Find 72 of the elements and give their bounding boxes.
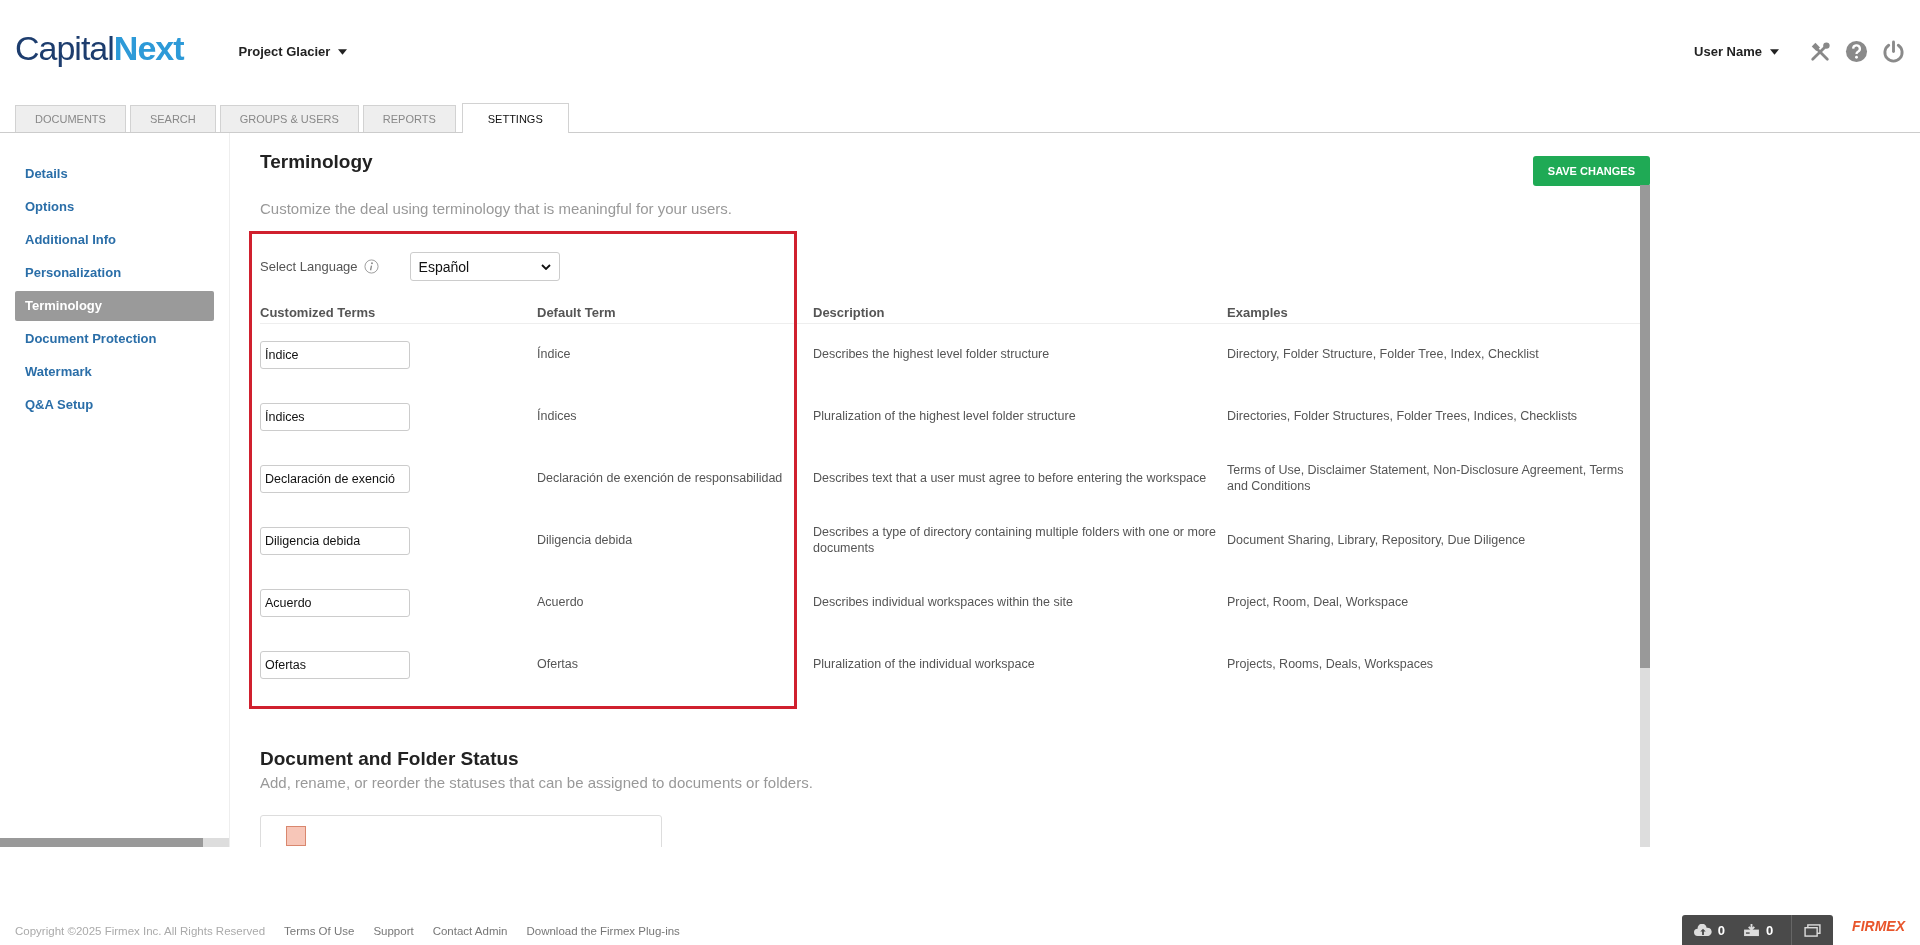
tab[interactable]: DOCUMENTS [15, 105, 126, 132]
sidebar-item[interactable]: Additional Info [15, 225, 214, 255]
download-count: 0 [1765, 922, 1774, 938]
column-header: Customized Terms [260, 305, 537, 324]
footer-link[interactable]: Contact Admin [432, 925, 508, 937]
table-cell: Project, Room, Deal, Workspace [1227, 595, 1409, 611]
footer-link[interactable]: Terms Of Use [284, 925, 355, 937]
table-cell: Pluralization of the highest level folder structure [813, 409, 1076, 425]
tab[interactable]: SETTINGS [461, 103, 569, 133]
table-cell: Ofertas [537, 657, 578, 673]
save-button[interactable]: SAVE CHANGES [1532, 156, 1650, 186]
brand-logo: FIRMEX [1852, 918, 1905, 934]
table-cell-text: Describes a type of directory containing multiple folders with one or more documents [813, 525, 1217, 557]
footer-link[interactable]: Support [373, 925, 414, 937]
caret-icon [1770, 48, 1779, 55]
table-cell-text: Terms of Use, Disclaimer Statement, Non-Disclosure Agreement, Terms and Conditions [1227, 463, 1625, 495]
sidebar-item[interactable]: Q&A Setup [15, 390, 214, 420]
sidebar-item[interactable]: Terminology [15, 291, 214, 321]
table-cell: Diligencia debida [537, 533, 633, 549]
term-input[interactable]: Acuerdo [260, 589, 410, 617]
table-cell: Directories, Folder Structures, Folder Trees, Indices, Checklists [1227, 409, 1578, 425]
upload-count: 0 [1717, 922, 1725, 938]
term-input[interactable]: Índice [260, 341, 410, 369]
table-cell: Document Sharing, Library, Repository, Due Diligence [1227, 533, 1526, 549]
tab[interactable]: REPORTS [362, 105, 456, 132]
section-title: Terminology [260, 151, 373, 173]
caret-icon [338, 48, 348, 55]
tools-icon[interactable] [1809, 40, 1831, 63]
logo: CapitalNext [15, 29, 184, 68]
info-icon[interactable] [363, 259, 379, 274]
vertical-scrollbar[interactable] [1640, 185, 1650, 847]
chevron-down-icon [540, 263, 551, 270]
section-description: Customize the deal using terminology that is meaningful for your users. [260, 200, 733, 217]
cloud-upload-icon[interactable] [1693, 923, 1712, 937]
column-header: Default Term [537, 305, 813, 324]
tab[interactable]: SEARCH [129, 105, 216, 132]
power-icon[interactable] [1882, 40, 1905, 63]
field-label: Select Language [260, 259, 358, 274]
table-cell: Projects, Rooms, Deals, Workspaces [1227, 657, 1434, 673]
column-header: Description [813, 305, 1227, 324]
language-select[interactable]: Español [409, 252, 560, 281]
table-cell: Índices [537, 409, 577, 425]
sidebar-item[interactable]: Document Protection [15, 324, 214, 354]
user-menu[interactable]: User Name [1694, 44, 1779, 59]
table-cell: Acuerdo [537, 595, 584, 611]
term-input[interactable]: Ofertas [260, 651, 410, 679]
sidebar-item[interactable]: Watermark [15, 357, 214, 387]
copyright-text: Copyright ©2025 Firmex Inc. All Rights Reserved [15, 925, 266, 937]
sidebar-item[interactable]: Details [15, 159, 214, 189]
sidebar-item[interactable]: Options [15, 192, 214, 222]
horizontal-scrollbar[interactable] [0, 838, 229, 847]
table-cell: Pluralization of the individual workspace [813, 657, 1035, 673]
footer-link[interactable]: Download the Firmex Plug-ins [526, 925, 680, 937]
term-input[interactable]: Índices [260, 403, 410, 431]
section-title: Document and Folder Status [260, 748, 520, 770]
help-icon[interactable] [1845, 40, 1868, 63]
download-tray-icon[interactable] [1742, 923, 1760, 937]
table-cell: Describes the highest level folder structure [813, 347, 1050, 363]
table-cell: Describes individual workspaces within the site [813, 595, 1073, 611]
term-input[interactable]: Declaración de exenció [260, 465, 410, 493]
sidebar-item[interactable]: Personalization [15, 258, 214, 288]
project-dropdown[interactable]: Project Glacier [238, 44, 348, 59]
term-input[interactable]: Diligencia debida [260, 527, 410, 555]
table-cell: Describes text that a user must agree to before entering the workspace [813, 471, 1207, 487]
section-description: Add, rename, or reorder the statuses that can be assigned to documents or folders. [260, 774, 814, 791]
windows-icon[interactable] [1804, 923, 1822, 937]
table-cell: Declaración de exención de responsabilidad [537, 471, 783, 487]
table-cell: Directory, Folder Structure, Folder Tree, Index, Checklist [1227, 347, 1539, 363]
column-header: Examples [1227, 305, 1640, 324]
tab[interactable]: GROUPS & USERS [219, 105, 359, 132]
table-cell: Índice [537, 347, 571, 363]
status-color-icon [286, 826, 306, 846]
